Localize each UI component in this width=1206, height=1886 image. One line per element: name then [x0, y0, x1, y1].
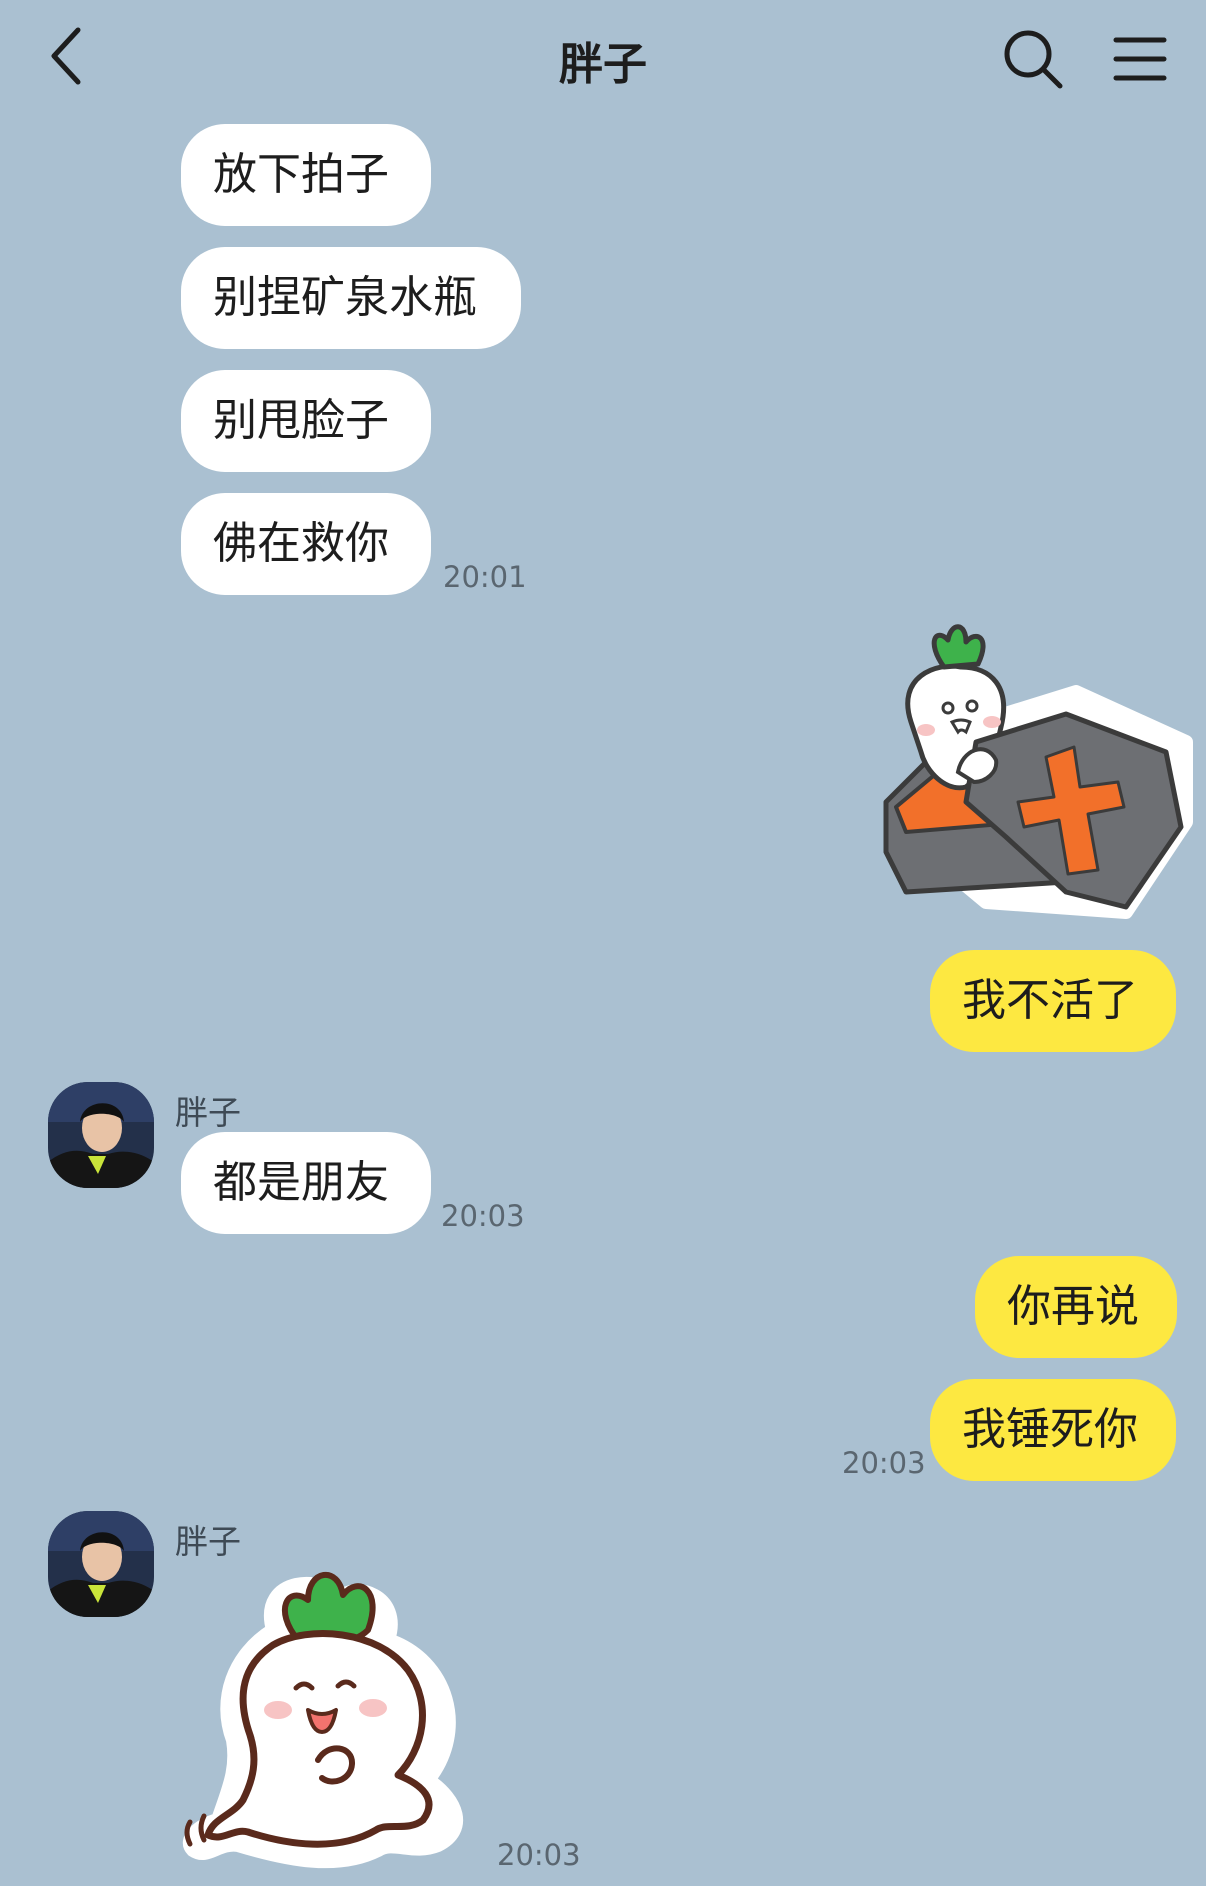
- avatar[interactable]: [48, 1511, 154, 1617]
- radish-ghost-sticker[interactable]: [178, 1560, 488, 1880]
- message-bubble-outgoing[interactable]: 我不活了: [930, 950, 1176, 1052]
- message-bubble-incoming[interactable]: 都是朋友: [181, 1132, 431, 1234]
- hamburger-menu-icon[interactable]: [1112, 32, 1168, 86]
- message-bubble-incoming[interactable]: 放下拍子: [181, 124, 431, 226]
- message-timestamp: 20:03: [842, 1446, 926, 1480]
- message-bubble-outgoing[interactable]: 我锤死你: [930, 1379, 1176, 1481]
- message-bubble-incoming[interactable]: 别甩脸子: [181, 370, 431, 472]
- top-bar: 胖子: [0, 0, 1206, 120]
- message-bubble-incoming[interactable]: 佛在救你: [181, 493, 431, 595]
- message-timestamp: 20:03: [441, 1199, 525, 1233]
- message-timestamp: 20:03: [497, 1838, 581, 1872]
- radish-coffin-sticker[interactable]: [866, 622, 1206, 922]
- search-icon[interactable]: [1000, 26, 1066, 92]
- sender-name: 胖子: [175, 1522, 241, 1561]
- message-timestamp: 20:01: [443, 560, 527, 594]
- message-bubble-incoming[interactable]: 别捏矿泉水瓶: [181, 247, 521, 349]
- sender-name: 胖子: [175, 1093, 241, 1132]
- message-bubble-outgoing[interactable]: 你再说: [975, 1256, 1177, 1358]
- avatar[interactable]: [48, 1082, 154, 1188]
